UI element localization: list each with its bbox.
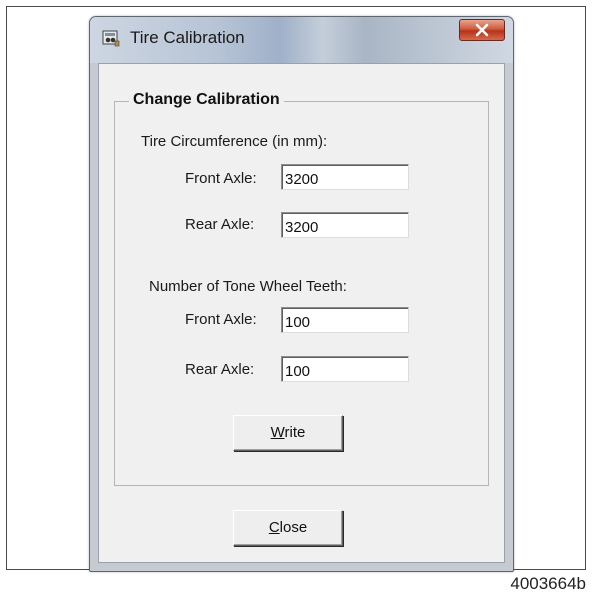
tone-wheel-rear-label: Rear Axle: [185,361,255,378]
close-mnemonic: C [268,519,280,536]
tone-wheel-rear-input[interactable] [281,356,409,382]
tone-wheel-heading: Number of Tone Wheel Teeth: [149,278,347,295]
close-button[interactable]: Close [233,510,343,546]
write-label: rite [284,424,306,441]
circumference-rear-input[interactable] [281,212,409,238]
close-label: lose [279,519,308,536]
circumference-front-label: Front Axle: [185,170,257,187]
window-close-button[interactable] [459,19,505,41]
groupbox-title: Change Calibration [129,91,284,109]
title-bar[interactable]: Tire Calibration [90,17,513,63]
window-title: Tire Calibration [130,28,245,47]
tone-wheel-front-input[interactable] [281,307,409,333]
circumference-front-input[interactable] [281,164,409,190]
tone-wheel-front-label: Front Axle: [185,311,257,328]
close-icon [475,23,489,37]
write-mnemonic: W [270,424,285,441]
tire-calibration-dialog: Tire Calibration Change Calibration Tire… [89,16,514,572]
circumference-heading: Tire Circumference (in mm): [141,133,328,150]
circumference-rear-label: Rear Axle: [185,216,255,233]
tire-app-icon [102,29,120,47]
write-button[interactable]: Write [233,415,343,451]
dialog-client-area: Change Calibration Tire Circumference (i… [98,63,505,563]
figure-id: 4003664b [510,574,586,593]
